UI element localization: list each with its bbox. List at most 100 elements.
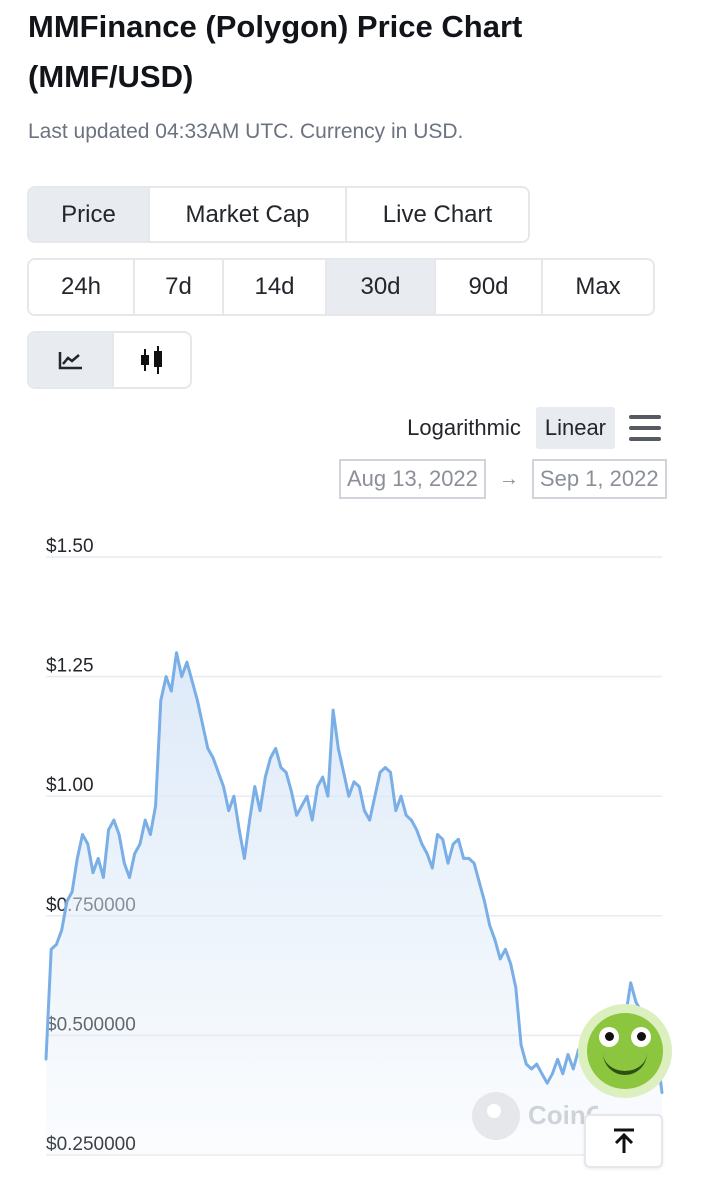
y-tick-label: $1.50 (46, 536, 94, 557)
price-point (425, 852, 429, 855)
price-point (60, 928, 63, 932)
price-point (243, 857, 246, 860)
line-chart-icon (58, 352, 82, 370)
price-point (561, 1072, 565, 1075)
price-point (331, 708, 335, 712)
candlestick-button[interactable] (114, 333, 190, 387)
logarithmic-option[interactable]: Logarithmic (398, 407, 530, 449)
price-point (237, 828, 241, 831)
price-point (545, 1081, 549, 1085)
price-point (415, 828, 418, 831)
price-point (81, 833, 84, 836)
price-point (498, 957, 502, 961)
range-max[interactable]: Max (543, 260, 653, 314)
price-chart: $1.50$1.25$1.00$0.750000$0.500000$0.2500… (0, 520, 707, 1200)
scroll-to-top-button[interactable] (584, 1114, 663, 1168)
price-point (399, 794, 403, 798)
price-point (326, 794, 330, 798)
price-point (206, 747, 210, 750)
price-point (451, 842, 455, 846)
price-point (86, 842, 90, 846)
price-point (446, 861, 450, 865)
price-point (154, 804, 157, 808)
price-point (483, 900, 486, 903)
price-point (530, 1067, 533, 1071)
price-point (504, 948, 507, 951)
coingecko-logo (472, 1092, 520, 1140)
price-point (196, 699, 199, 702)
price-point (535, 1062, 538, 1066)
price-point (660, 1091, 664, 1095)
range-7d[interactable]: 7d (135, 260, 224, 314)
price-point (258, 809, 262, 812)
price-point (472, 861, 476, 865)
tab-market-cap[interactable]: Market Cap (150, 188, 347, 241)
date-range: Aug 13, 2022 → Sep 1, 2022 (339, 459, 667, 499)
price-point (467, 857, 471, 860)
gecko-mascot-icon[interactable] (578, 1004, 672, 1098)
price-area (46, 652, 662, 1155)
candlestick-icon (141, 346, 162, 374)
price-chart-svg: $1.50$1.25$1.00$0.750000$0.500000$0.2500… (44, 536, 664, 1156)
price-point (540, 1072, 544, 1075)
price-point (357, 785, 361, 788)
price-point (232, 794, 236, 798)
price-point (389, 771, 392, 774)
price-point (107, 828, 110, 831)
price-point (76, 857, 79, 860)
linear-option[interactable]: Linear (535, 407, 615, 449)
price-point (525, 1062, 528, 1066)
price-point (316, 785, 319, 788)
price-point (295, 814, 298, 817)
price-point (629, 981, 632, 985)
start-date-input[interactable]: Aug 13, 2022 (339, 459, 486, 499)
price-point (566, 1053, 570, 1056)
price-point (248, 818, 251, 822)
price-point (138, 842, 142, 846)
price-point (509, 962, 512, 965)
price-point (488, 924, 492, 927)
price-point (264, 775, 267, 779)
price-point (222, 785, 225, 788)
last-updated-text: Last updated 04:33AM UTC. Currency in US… (28, 120, 464, 143)
price-point (253, 785, 257, 788)
range-30d[interactable]: 30d (327, 260, 436, 314)
range-90d[interactable]: 90d (436, 260, 543, 314)
price-point (493, 938, 497, 941)
price-point (217, 771, 220, 774)
price-point (284, 771, 288, 774)
price-point (149, 833, 152, 836)
time-range-selector: 24h 7d 14d 30d 90d Max (27, 258, 655, 316)
hamburger-menu-icon[interactable] (629, 415, 661, 441)
tab-price[interactable]: Price (29, 188, 150, 241)
price-point (321, 775, 325, 779)
price-point (462, 857, 465, 860)
price-point (310, 818, 314, 822)
price-point (378, 771, 382, 774)
price-point (363, 809, 366, 812)
y-tick-label: $1.25 (46, 656, 94, 677)
price-point (279, 766, 283, 769)
price-point (384, 766, 387, 769)
price-point (556, 1058, 559, 1061)
y-tick-label: $1.00 (46, 775, 94, 796)
price-point (227, 809, 230, 812)
price-point (55, 943, 58, 946)
price-point (347, 794, 351, 798)
price-point (70, 890, 74, 894)
tab-live-chart[interactable]: Live Chart (347, 188, 528, 241)
price-point (274, 747, 278, 750)
arrow-up-icon (613, 1128, 634, 1153)
price-point (342, 771, 345, 774)
price-point (44, 1058, 48, 1061)
end-date-input[interactable]: Sep 1, 2022 (531, 459, 667, 499)
range-24h[interactable]: 24h (29, 260, 135, 314)
range-14d[interactable]: 14d (224, 260, 327, 314)
price-point (123, 861, 126, 865)
scale-toggle: Logarithmic Linear (398, 404, 661, 452)
price-point (394, 809, 398, 812)
price-point (420, 842, 424, 846)
price-point (478, 881, 481, 884)
price-point (159, 699, 163, 702)
line-chart-button[interactable] (29, 333, 114, 387)
